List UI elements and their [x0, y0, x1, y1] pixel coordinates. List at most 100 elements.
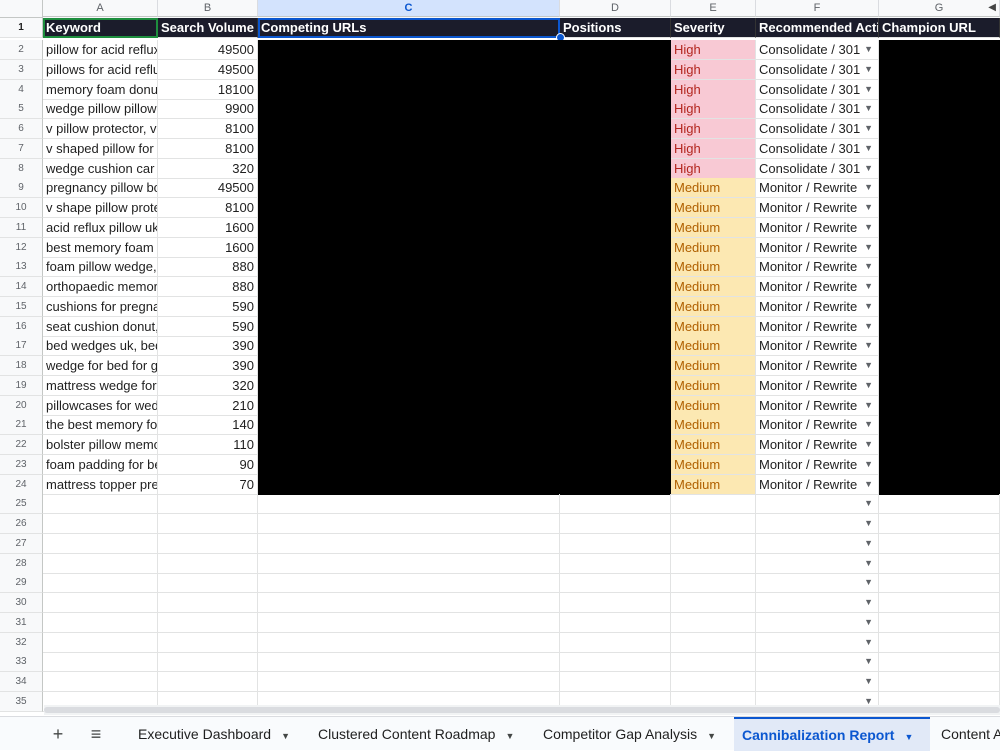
competing-urls-cell-redacted[interactable]: [258, 178, 560, 199]
row-number[interactable]: 14: [0, 277, 43, 297]
chevron-down-icon[interactable]: ▼: [864, 376, 873, 395]
empty-cell[interactable]: [258, 652, 560, 673]
chevron-down-icon[interactable]: ▼: [864, 534, 873, 553]
severity-cell[interactable]: Medium: [671, 415, 756, 436]
empty-cell[interactable]: [158, 672, 258, 692]
keyword-cell[interactable]: pillow for acid reflux: [43, 40, 158, 60]
row-number[interactable]: 23: [0, 454, 43, 475]
chevron-down-icon[interactable]: ▼: [864, 652, 873, 671]
keyword-cell[interactable]: v shape pillow prote: [43, 198, 158, 218]
empty-cell[interactable]: [671, 652, 756, 673]
recommended-action-dropdown[interactable]: Monitor / Rewrite ▼: [756, 296, 879, 317]
empty-cell[interactable]: [158, 612, 258, 633]
recommended-action-dropdown[interactable]: Monitor / Rewrite ▼: [756, 237, 879, 258]
chevron-down-icon[interactable]: ▼: [864, 336, 873, 355]
champion-url-cell-redacted[interactable]: [879, 237, 1000, 258]
search-volume-cell[interactable]: 390: [158, 336, 258, 357]
empty-cell[interactable]: [158, 593, 258, 613]
keyword-cell[interactable]: pillows for acid reflux: [43, 59, 158, 80]
champion-url-cell-redacted[interactable]: [879, 217, 1000, 238]
chevron-down-icon[interactable]: ▼: [864, 277, 873, 296]
empty-cell[interactable]: [43, 612, 158, 633]
champion-url-cell-redacted[interactable]: [879, 336, 1000, 357]
empty-cell[interactable]: [258, 553, 560, 574]
recommended-action-dropdown[interactable]: ▼: [756, 632, 879, 653]
keyword-cell[interactable]: wedge pillow pillowcase: [43, 99, 158, 120]
chevron-down-icon[interactable]: ▼: [864, 475, 873, 494]
positions-cell-redacted[interactable]: [560, 40, 671, 60]
empty-cell[interactable]: [879, 573, 1000, 594]
champion-url-cell-redacted[interactable]: [879, 178, 1000, 199]
empty-cell[interactable]: [671, 612, 756, 633]
recommended-action-dropdown[interactable]: Monitor / Rewrite ▼: [756, 316, 879, 337]
keyword-cell[interactable]: orthopaedic memory: [43, 277, 158, 297]
recommended-action-dropdown[interactable]: Consolidate / 301 ▼: [756, 59, 879, 80]
severity-cell[interactable]: Medium: [671, 237, 756, 258]
chevron-down-icon[interactable]: ▼: [864, 455, 873, 474]
empty-cell[interactable]: [158, 652, 258, 673]
champion-url-cell-redacted[interactable]: [879, 119, 1000, 139]
positions-cell-redacted[interactable]: [560, 336, 671, 357]
scroll-left-icon[interactable]: ◀: [988, 2, 996, 13]
empty-cell[interactable]: [879, 553, 1000, 574]
search-volume-cell[interactable]: 320: [158, 158, 258, 179]
header-positions[interactable]: Positions: [560, 18, 671, 38]
header-competing-urls[interactable]: Competing URLs: [258, 18, 560, 38]
empty-cell[interactable]: [43, 494, 158, 515]
severity-cell[interactable]: Medium: [671, 178, 756, 199]
search-volume-cell[interactable]: 9900: [158, 99, 258, 120]
recommended-action-dropdown[interactable]: Consolidate / 301 ▼: [756, 40, 879, 60]
column-header-g[interactable]: G: [879, 0, 1000, 17]
scrollbar-thumb[interactable]: [44, 707, 1000, 713]
header-severity[interactable]: Severity: [671, 18, 756, 38]
row-number[interactable]: 28: [0, 553, 43, 574]
chevron-down-icon[interactable]: ▼: [864, 159, 873, 178]
row-number[interactable]: 30: [0, 593, 43, 613]
search-volume-cell[interactable]: 49500: [158, 59, 258, 80]
chevron-down-icon[interactable]: ▼: [864, 80, 873, 99]
severity-cell[interactable]: Medium: [671, 198, 756, 218]
recommended-action-dropdown[interactable]: ▼: [756, 553, 879, 574]
row-number[interactable]: 12: [0, 237, 43, 258]
competing-urls-cell-redacted[interactable]: [258, 257, 560, 278]
row-number[interactable]: 21: [0, 415, 43, 436]
champion-url-cell-redacted[interactable]: [879, 257, 1000, 278]
chevron-down-icon[interactable]: ▼: [864, 554, 873, 573]
keyword-cell[interactable]: best memory foam p: [43, 237, 158, 258]
chevron-down-icon[interactable]: ▼: [864, 40, 873, 59]
positions-cell-redacted[interactable]: [560, 198, 671, 218]
row-number[interactable]: 1: [0, 18, 43, 38]
champion-url-cell-redacted[interactable]: [879, 435, 1000, 455]
empty-cell[interactable]: [879, 514, 1000, 534]
empty-cell[interactable]: [879, 652, 1000, 673]
chevron-down-icon[interactable]: ▼: [864, 119, 873, 138]
keyword-cell[interactable]: bolster pillow memo: [43, 435, 158, 455]
recommended-action-dropdown[interactable]: Monitor / Rewrite ▼: [756, 257, 879, 278]
empty-cell[interactable]: [671, 553, 756, 574]
champion-url-cell-redacted[interactable]: [879, 395, 1000, 416]
recommended-action-dropdown[interactable]: Monitor / Rewrite ▼: [756, 454, 879, 475]
competing-urls-cell-redacted[interactable]: [258, 79, 560, 100]
positions-cell-redacted[interactable]: [560, 296, 671, 317]
row-number[interactable]: 10: [0, 198, 43, 218]
recommended-action-dropdown[interactable]: Monitor / Rewrite ▼: [756, 375, 879, 396]
keyword-cell[interactable]: pillowcases for wedg: [43, 395, 158, 416]
competing-urls-cell-redacted[interactable]: [258, 395, 560, 416]
keyword-cell[interactable]: memory foam donut: [43, 79, 158, 100]
empty-cell[interactable]: [671, 494, 756, 515]
recommended-action-dropdown[interactable]: Consolidate / 301 ▼: [756, 119, 879, 139]
chevron-down-icon[interactable]: ▼: [864, 198, 873, 217]
header-recommended-action[interactable]: Recommended Action: [756, 18, 879, 38]
chevron-down-icon[interactable]: ▼: [904, 732, 913, 742]
positions-cell-redacted[interactable]: [560, 217, 671, 238]
positions-cell-redacted[interactable]: [560, 158, 671, 179]
keyword-cell[interactable]: bed wedges uk, bed: [43, 336, 158, 357]
empty-cell[interactable]: [158, 514, 258, 534]
recommended-action-dropdown[interactable]: Monitor / Rewrite ▼: [756, 277, 879, 297]
header-champion-url[interactable]: Champion URL: [879, 18, 1000, 38]
recommended-action-dropdown[interactable]: ▼: [756, 612, 879, 633]
row-number[interactable]: 18: [0, 356, 43, 376]
row-number[interactable]: 3: [0, 59, 43, 80]
keyword-cell[interactable]: mattress wedge for a: [43, 375, 158, 396]
chevron-down-icon[interactable]: ▼: [864, 573, 873, 592]
